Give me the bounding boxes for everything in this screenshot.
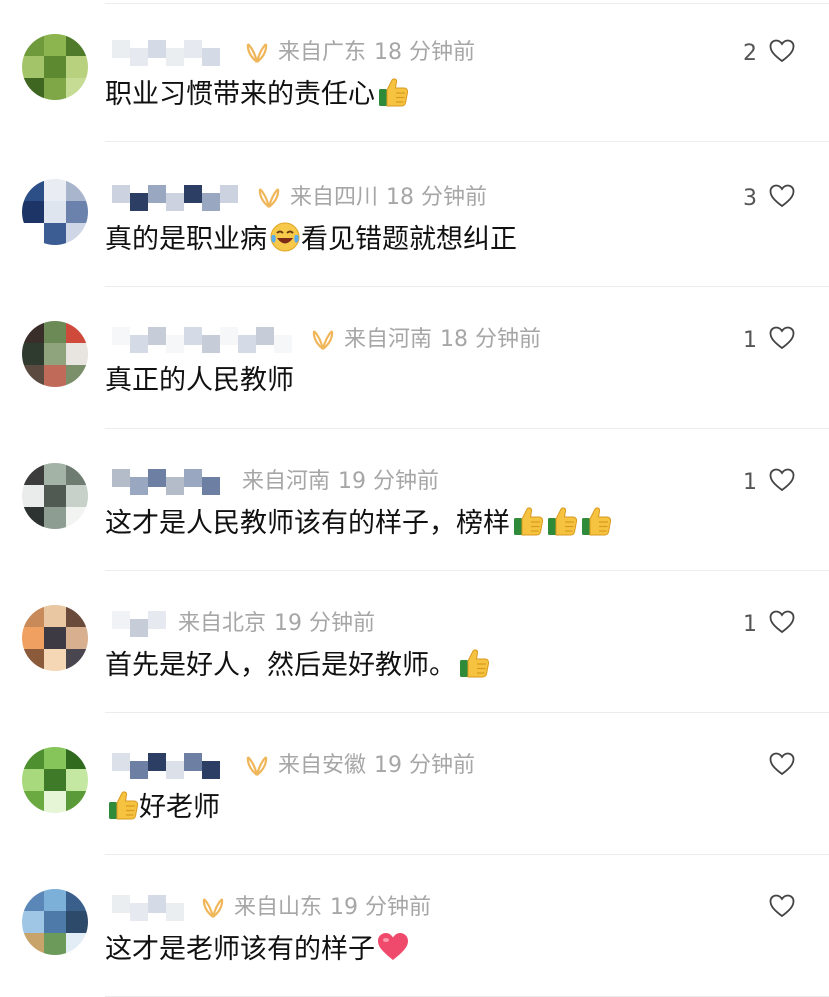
username-blurred[interactable]: [112, 185, 244, 211]
heart-outline-icon[interactable]: [769, 326, 795, 354]
heart-outline-icon[interactable]: [769, 39, 795, 67]
comment-meta: 来自广东 18 分钟前: [278, 40, 483, 66]
comment-location: 来自广东: [278, 40, 367, 65]
comment-text: 首先是好人，然后是好教师。: [105, 647, 490, 689]
username-blurred[interactable]: [112, 611, 166, 637]
comment-text: 这才是老师该有的样子: [105, 931, 409, 973]
thumbs-up-emoji: [377, 76, 409, 118]
heart-outline-icon[interactable]: [769, 468, 795, 496]
comment-item[interactable]: 来自北京 19 分钟前 首先是好人，然后是好教师。 1: [0, 571, 829, 713]
thumbs-up-emoji: [458, 647, 490, 689]
vip-badge-icon: [244, 40, 270, 71]
thumbs-up-emoji: [546, 505, 578, 547]
comment-location: 来自河南: [242, 469, 331, 494]
avatar[interactable]: [22, 34, 88, 100]
comment-location: 来自安徽: [278, 753, 367, 778]
vip-badge-icon: [310, 327, 336, 358]
like-count: 1: [743, 611, 757, 637]
comment-text: 好老师: [105, 789, 220, 831]
comment-text: 真正的人民教师: [105, 363, 294, 399]
like-count: 1: [743, 327, 757, 353]
comment-item[interactable]: 来自山东 19 分钟前 这才是老师该有的样子: [0, 855, 829, 997]
like-count: 1: [743, 469, 757, 495]
laughing-crying-emoji: [269, 221, 301, 263]
like-button[interactable]: 1: [743, 609, 795, 639]
avatar[interactable]: [22, 605, 88, 671]
comment-meta: 来自安徽 19 分钟前: [278, 753, 483, 779]
comment-meta: 来自山东 19 分钟前: [234, 895, 439, 921]
comment-time: 18 分钟前: [440, 327, 542, 352]
heart-outline-icon[interactable]: [769, 894, 795, 922]
comment-item[interactable]: 来自河南 19 分钟前 这才是人民教师该有的样子，榜样 1: [0, 429, 829, 571]
comment-item[interactable]: 来自河南 18 分钟前 真正的人民教师 1: [0, 287, 829, 429]
comment-location: 来自河南: [344, 327, 433, 352]
comment-time: 18 分钟前: [386, 185, 488, 210]
comment-text-body: 职业习惯带来的责任心: [105, 79, 375, 110]
comment-location: 来自北京: [178, 611, 267, 636]
comment-time: 19 分钟前: [274, 611, 376, 636]
like-button[interactable]: [757, 893, 795, 923]
heart-emoji: [377, 931, 409, 973]
comment-meta: 来自河南 19 分钟前: [242, 469, 447, 495]
avatar[interactable]: [22, 463, 88, 529]
username-blurred[interactable]: [112, 327, 298, 353]
like-button[interactable]: 2: [743, 38, 795, 68]
comment-text: 职业习惯带来的责任心: [105, 76, 409, 118]
comment-location: 来自四川: [290, 185, 379, 210]
like-count: 3: [743, 185, 757, 211]
thumbs-up-emoji: [107, 789, 139, 831]
vip-badge-icon: [200, 895, 226, 926]
comment-time: 19 分钟前: [330, 895, 432, 920]
comment-text: 这才是人民教师该有的样子，榜样: [105, 505, 612, 547]
comment-text-body: 首先是好人，然后是好教师。: [105, 650, 456, 681]
like-button[interactable]: 1: [743, 467, 795, 497]
thumbs-up-emoji: [580, 505, 612, 547]
heart-outline-icon[interactable]: [769, 610, 795, 638]
username-blurred[interactable]: [112, 753, 232, 779]
comment-time: 19 分钟前: [374, 753, 476, 778]
comment-time: 19 分钟前: [338, 469, 440, 494]
like-button[interactable]: [757, 751, 795, 781]
like-count: 2: [743, 40, 757, 66]
avatar[interactable]: [22, 321, 88, 387]
comment-time: 18 分钟前: [374, 40, 476, 65]
avatar[interactable]: [22, 747, 88, 813]
heart-outline-icon[interactable]: [769, 184, 795, 212]
comment-item[interactable]: 来自四川 18 分钟前 真的是职业病 看见错题就想纠正 3: [0, 145, 829, 287]
heart-outline-icon[interactable]: [769, 752, 795, 780]
comment-text-body: 这才是老师该有的样子: [105, 934, 375, 965]
vip-badge-icon: [244, 753, 270, 784]
comment-text-body-2: 看见错题就想纠正: [301, 224, 517, 255]
comment-item[interactable]: 来自广东 18 分钟前 职业习惯带来的责任心 2: [0, 0, 829, 142]
comment-text: 真的是职业病 看见错题就想纠正: [105, 221, 517, 263]
avatar[interactable]: [22, 179, 88, 245]
like-button[interactable]: 1: [743, 325, 795, 355]
comment-meta: 来自北京 19 分钟前: [178, 611, 383, 637]
comment-item[interactable]: 来自安徽 19 分钟前 好老师: [0, 713, 829, 855]
username-blurred[interactable]: [112, 40, 232, 66]
comment-text-body: 这才是人民教师该有的样子，榜样: [105, 508, 510, 539]
comment-meta: 来自河南 18 分钟前: [344, 327, 549, 353]
like-button[interactable]: 3: [743, 183, 795, 213]
thumbs-up-emoji: [512, 505, 544, 547]
vip-badge-icon: [256, 185, 282, 216]
comment-text-body: 真正的人民教师: [105, 365, 294, 396]
comment-meta: 来自四川 18 分钟前: [290, 185, 495, 211]
comment-text-body: 好老师: [139, 792, 220, 823]
divider: [105, 141, 829, 142]
comment-location: 来自山东: [234, 895, 323, 920]
username-blurred[interactable]: [112, 895, 188, 921]
avatar[interactable]: [22, 889, 88, 955]
comment-text-body: 真的是职业病: [105, 224, 267, 255]
username-blurred[interactable]: [112, 469, 230, 495]
